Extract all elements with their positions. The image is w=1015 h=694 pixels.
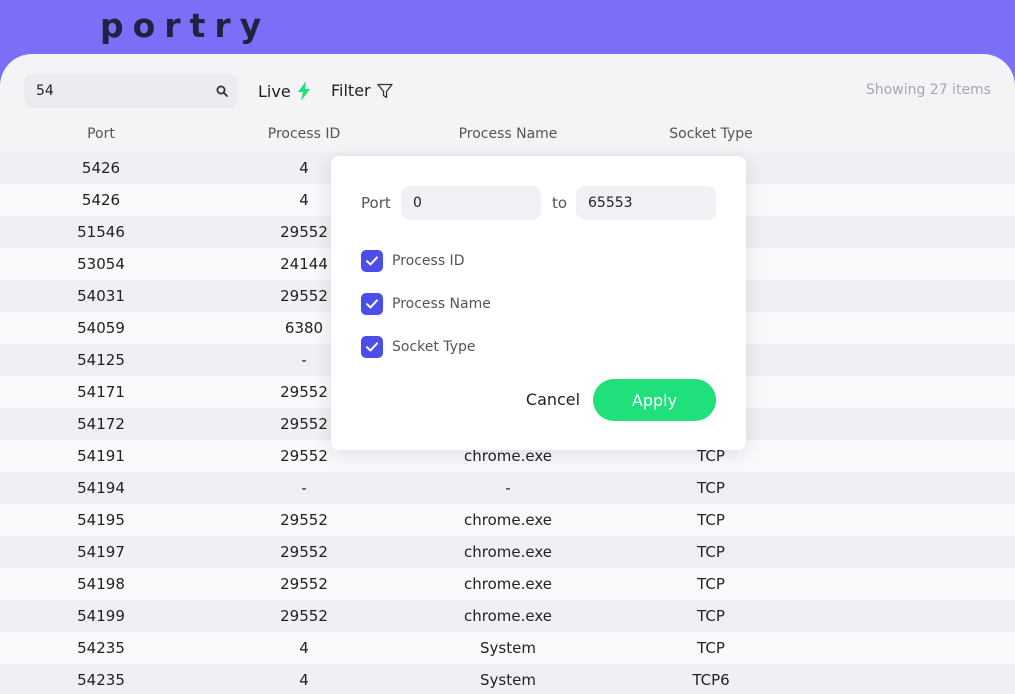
process-id-cell: 29552 [280, 543, 328, 561]
process-name-cell: - [505, 479, 511, 497]
port-to-label: to [552, 194, 568, 212]
port-cell: 54197 [77, 543, 125, 561]
table-row[interactable]: 54235 4 System TCP6 [0, 664, 1015, 694]
funnel-icon [376, 83, 393, 98]
port-cell: 54031 [77, 287, 125, 305]
check-icon [366, 256, 378, 266]
table-header: Port Process ID Process Name Socket Type [0, 126, 1015, 152]
process-name-cell: chrome.exe [464, 575, 552, 593]
socket-type-cell: TCP [697, 575, 725, 593]
table-row[interactable]: 54198 29552 chrome.exe TCP [0, 568, 1015, 600]
port-from-input[interactable] [401, 186, 541, 220]
socket-type-cell: TCP [697, 479, 725, 497]
filter-popover: Port to Process ID Process Name [331, 156, 746, 450]
apply-button[interactable]: Apply [593, 379, 716, 421]
port-range-label: Port [361, 194, 391, 212]
process-id-cell: 29552 [280, 511, 328, 529]
table-row[interactable]: 54199 29552 chrome.exe TCP [0, 600, 1015, 632]
port-cell: 54191 [77, 447, 125, 465]
process-name-cell: System [480, 671, 536, 689]
cancel-button[interactable]: Cancel [517, 379, 589, 419]
port-cell: 54194 [77, 479, 125, 497]
main-panel: Live Filter Showing 27 items Port Proces… [0, 54, 1015, 694]
process-name-cell: chrome.exe [464, 607, 552, 625]
header-port[interactable]: Port [0, 126, 202, 142]
item-count-text: Showing 27 items [865, 82, 991, 98]
check-icon [366, 342, 378, 352]
port-cell: 54199 [77, 607, 125, 625]
app-logo: portry [100, 6, 271, 45]
live-label: Live [258, 81, 291, 101]
check-icon [366, 299, 378, 309]
process-name-checkbox-label: Process Name [392, 296, 491, 312]
search-input[interactable] [36, 74, 206, 108]
socket-type-cell: TCP [697, 511, 725, 529]
table-row[interactable]: 54194 - - TCP [0, 472, 1015, 504]
socket-type-cell: TCP [697, 639, 725, 657]
port-cell: 54125 [77, 351, 125, 369]
checkbox-row-process-name[interactable]: Process Name [361, 293, 491, 315]
table-row[interactable]: 54235 4 System TCP [0, 632, 1015, 664]
port-cell: 53054 [77, 255, 125, 273]
socket-type-checkbox-label: Socket Type [392, 339, 476, 355]
checkbox-row-socket-type[interactable]: Socket Type [361, 336, 475, 358]
process-id-cell: 4 [299, 671, 309, 689]
process-name-checkbox[interactable] [361, 293, 383, 315]
lightning-icon [297, 81, 310, 101]
port-to-input[interactable] [576, 186, 716, 220]
socket-type-cell: TCP6 [692, 671, 730, 689]
port-cell: 5426 [81, 191, 121, 209]
table-row[interactable]: 54197 29552 chrome.exe TCP [0, 536, 1015, 568]
filter-button[interactable]: Filter [331, 81, 393, 100]
search-box[interactable] [24, 74, 238, 108]
search-icon[interactable] [216, 85, 228, 97]
port-cell: 54171 [77, 383, 125, 401]
header-process-id[interactable]: Process ID [202, 126, 406, 142]
process-id-cell: 29552 [280, 575, 328, 593]
process-id-checkbox[interactable] [361, 250, 383, 272]
port-cell: 5426 [81, 159, 121, 177]
process-id-cell: 4 [299, 639, 309, 657]
socket-type-cell: TCP [697, 543, 725, 561]
header-socket-type[interactable]: Socket Type [610, 126, 812, 142]
port-cell: 54235 [77, 671, 125, 689]
process-id-cell: - [301, 479, 307, 497]
process-name-cell: chrome.exe [464, 543, 552, 561]
process-id-cell: 29552 [280, 607, 328, 625]
port-cell: 51546 [77, 223, 125, 241]
port-cell: 54198 [77, 575, 125, 593]
process-name-cell: chrome.exe [464, 511, 552, 529]
socket-type-cell: TCP [697, 607, 725, 625]
checkbox-row-process-id[interactable]: Process ID [361, 250, 464, 272]
process-id-checkbox-label: Process ID [392, 253, 465, 269]
port-cell: 54059 [77, 319, 125, 337]
filter-label: Filter [331, 81, 371, 100]
port-cell: 54235 [77, 639, 125, 657]
live-toggle[interactable]: Live [258, 81, 311, 101]
process-name-cell: System [480, 639, 536, 657]
socket-type-checkbox[interactable] [361, 336, 383, 358]
app-header: portry [0, 0, 1015, 60]
table-row[interactable]: 54195 29552 chrome.exe TCP [0, 504, 1015, 536]
port-cell: 54195 [77, 511, 125, 529]
header-process-name[interactable]: Process Name [406, 126, 610, 142]
port-cell: 54172 [77, 415, 125, 433]
